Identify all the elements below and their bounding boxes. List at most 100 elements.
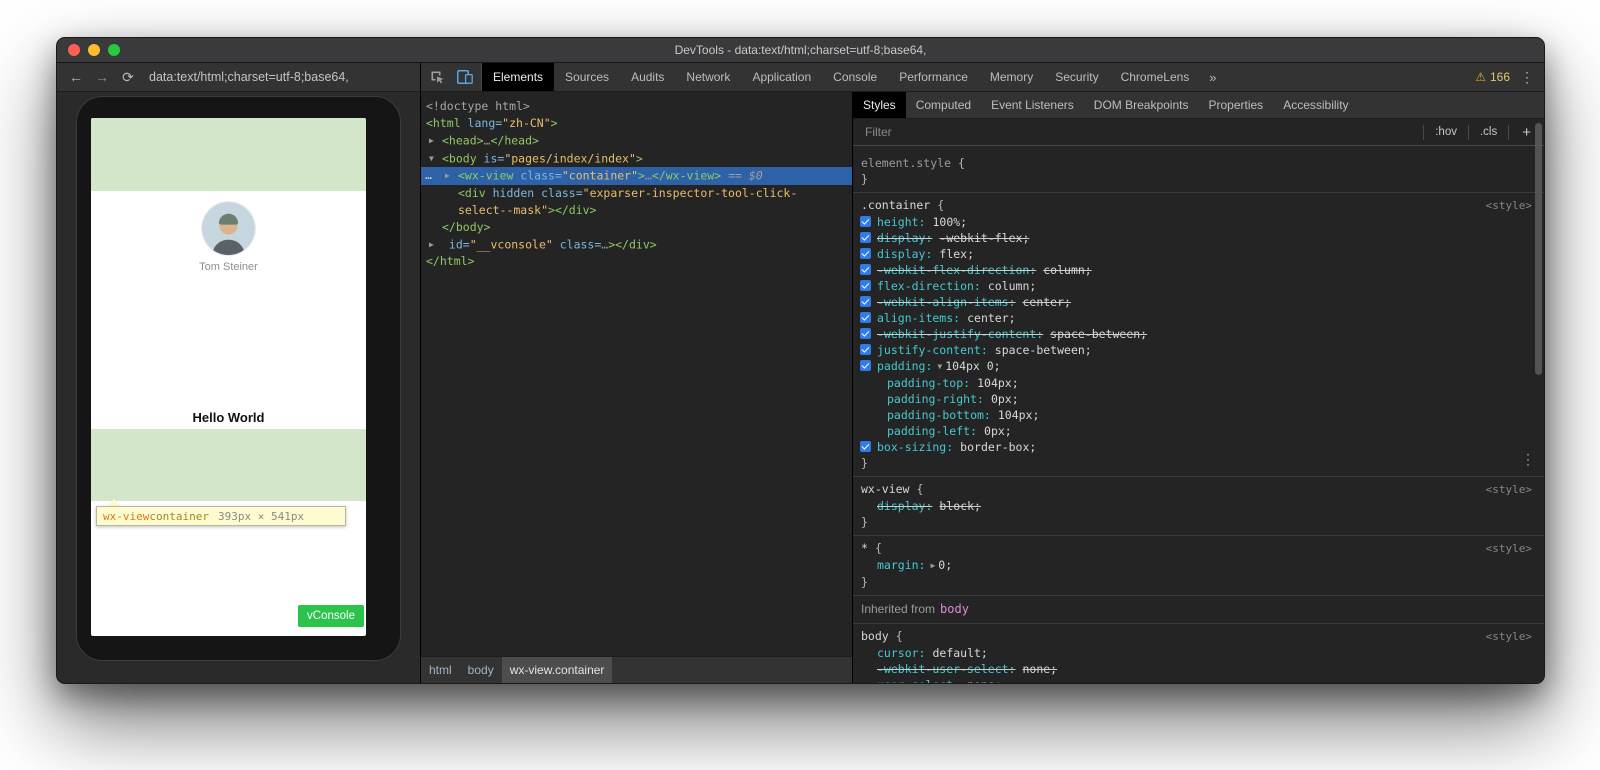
collapse-arrow-icon[interactable]: ▼ [429, 150, 442, 167]
css-property[interactable]: -webkit-align-items:center; [853, 294, 1544, 310]
console-warnings-badge[interactable]: ⚠166 [1475, 70, 1510, 84]
property-checkbox[interactable] [860, 296, 871, 307]
tab-security[interactable]: Security [1044, 63, 1109, 91]
css-longhand-property[interactable]: padding-bottom:104px; [853, 407, 1544, 423]
breadcrumb-body[interactable]: body [460, 657, 502, 683]
tab-dom-breakpoints[interactable]: DOM Breakpoints [1084, 92, 1199, 118]
devtools-menu-icon[interactable]: ⋮ [1520, 69, 1534, 86]
dom-node-mask-div-line1[interactable]: <div hidden class="exparser-inspector-to… [421, 185, 852, 202]
tab-network[interactable]: Network [675, 63, 741, 91]
style-origin-link[interactable]: <style> [1486, 541, 1532, 557]
dom-node-wx-view-selected[interactable]: …▶<wx-view class="container">…</wx-view>… [421, 167, 852, 185]
tab-styles[interactable]: Styles [853, 92, 906, 118]
device-toolbar-icon[interactable] [451, 64, 478, 91]
shorthand-expand-icon[interactable]: ▶ [930, 561, 935, 570]
style-origin-link[interactable]: <style> [1486, 629, 1532, 645]
rule-selector[interactable]: body [861, 628, 889, 644]
css-property[interactable]: display:block; [853, 498, 1544, 514]
tab-performance[interactable]: Performance [888, 63, 979, 91]
phone-screen[interactable]: Tom Steiner Hello World wx-viewcontainer… [91, 118, 366, 636]
css-property[interactable]: height:100%; [853, 214, 1544, 230]
address-url[interactable]: data:text/html;charset=utf-8;base64, [149, 70, 349, 84]
property-checkbox[interactable] [860, 264, 871, 275]
reload-icon[interactable]: ⟳ [115, 69, 141, 86]
dom-node-vconsole-div[interactable]: ▶ id="__vconsole" class=…></div> [421, 236, 852, 254]
property-checkbox[interactable] [860, 360, 871, 371]
dom-node-mask-div-line2[interactable]: select--mask"></div> [421, 202, 852, 219]
property-checkbox[interactable] [860, 441, 871, 452]
css-property[interactable]: -webkit-flex-direction:column; [853, 262, 1544, 278]
styles-filter-input[interactable] [853, 125, 1423, 139]
more-tabs-icon[interactable]: » [1200, 63, 1225, 91]
style-origin-link[interactable]: <style> [1486, 482, 1532, 498]
rule-selector[interactable]: .container [861, 197, 930, 213]
tab-sources[interactable]: Sources [554, 63, 620, 91]
css-property[interactable]: flex-direction:column; [853, 278, 1544, 294]
dom-node-html-close[interactable]: </html> [421, 253, 852, 270]
rule-menu-icon[interactable]: ⋮ [1521, 453, 1535, 468]
css-longhand-property[interactable]: padding-top:104px; [853, 375, 1544, 391]
tab-console[interactable]: Console [822, 63, 888, 91]
dom-node-html-open[interactable]: <html lang="zh-CN"> [421, 115, 852, 132]
property-checkbox[interactable] [860, 248, 871, 259]
breadcrumb-wx-view-container[interactable]: wx-view.container [502, 657, 613, 683]
minimize-window-button[interactable] [88, 44, 100, 56]
expand-arrow-icon[interactable]: ▶ [429, 132, 442, 149]
tab-accessibility[interactable]: Accessibility [1273, 92, 1358, 118]
style-origin-link[interactable]: <style> [1486, 198, 1532, 214]
dom-node-body-open[interactable]: ▼<body is="pages/index/index"> [421, 150, 852, 168]
styles-scrollbar[interactable] [1535, 123, 1542, 375]
dom-node-doctype[interactable]: <!doctype html> [421, 98, 852, 115]
property-checkbox[interactable] [860, 344, 871, 355]
css-property-shorthand[interactable]: margin:▶0; [853, 557, 1544, 574]
tab-elements[interactable]: Elements [482, 63, 554, 91]
property-checkbox[interactable] [860, 280, 871, 291]
tab-audits[interactable]: Audits [620, 63, 675, 91]
css-longhand-property[interactable]: padding-right:0px; [853, 391, 1544, 407]
rule-selector[interactable]: wx-view [861, 481, 909, 497]
dom-node-head[interactable]: ▶<head>…</head> [421, 132, 852, 150]
tab-memory[interactable]: Memory [979, 63, 1044, 91]
open-brace: { [916, 481, 923, 497]
property-checkbox[interactable] [860, 312, 871, 323]
expand-arrow-icon[interactable]: ▶ [445, 167, 458, 184]
css-property[interactable]: box-sizing:border-box; [853, 439, 1544, 455]
inspect-cursor-icon[interactable] [424, 64, 451, 91]
css-property-shorthand[interactable]: padding:▼104px 0; [853, 358, 1544, 375]
dom-tree[interactable]: <!doctype html> <html lang="zh-CN"> ▶<he… [421, 92, 852, 656]
vconsole-button[interactable]: vConsole [298, 605, 364, 627]
close-window-button[interactable] [68, 44, 80, 56]
zoom-window-button[interactable] [108, 44, 120, 56]
property-checkbox[interactable] [860, 328, 871, 339]
window-titlebar[interactable]: DevTools - data:text/html;charset=utf-8;… [57, 38, 1544, 63]
forward-icon[interactable]: → [89, 69, 115, 85]
css-property[interactable]: -webkit-user-select:none; [853, 661, 1544, 677]
node-options-icon[interactable]: … [425, 167, 433, 184]
breadcrumb-html[interactable]: html [421, 657, 460, 683]
css-property[interactable]: user-select:none; [853, 677, 1544, 683]
css-longhand-property[interactable]: padding-left:0px; [853, 423, 1544, 439]
css-property[interactable]: display:-webkit-flex; [853, 230, 1544, 246]
css-property[interactable]: display:flex; [853, 246, 1544, 262]
rule-selector[interactable]: element.style [861, 155, 951, 171]
dom-node-body-close[interactable]: </body> [421, 219, 852, 236]
expand-arrow-icon[interactable]: ▶ [429, 236, 442, 253]
pseudo-state-toggle[interactable]: :hov [1423, 125, 1468, 140]
tab-chromelens[interactable]: ChromeLens [1110, 63, 1201, 91]
css-property[interactable]: -webkit-justify-content:space-between; [853, 326, 1544, 342]
tab-properties[interactable]: Properties [1198, 92, 1273, 118]
inherited-node-link[interactable]: body [940, 602, 969, 616]
back-icon[interactable]: ← [63, 69, 89, 85]
tab-event-listeners[interactable]: Event Listeners [981, 92, 1084, 118]
shorthand-collapse-icon[interactable]: ▼ [937, 362, 942, 371]
css-property[interactable]: align-items:center; [853, 310, 1544, 326]
property-checkbox[interactable] [860, 216, 871, 227]
rule-selector[interactable]: * [861, 540, 868, 556]
css-property[interactable]: cursor:default; [853, 645, 1544, 661]
tab-computed[interactable]: Computed [906, 92, 981, 118]
css-property[interactable]: justify-content:space-between; [853, 342, 1544, 358]
styles-content[interactable]: element.style{ } .container{<style> heig… [853, 146, 1544, 683]
property-checkbox[interactable] [860, 232, 871, 243]
tab-application[interactable]: Application [741, 63, 822, 91]
class-toggle[interactable]: .cls [1468, 125, 1508, 140]
